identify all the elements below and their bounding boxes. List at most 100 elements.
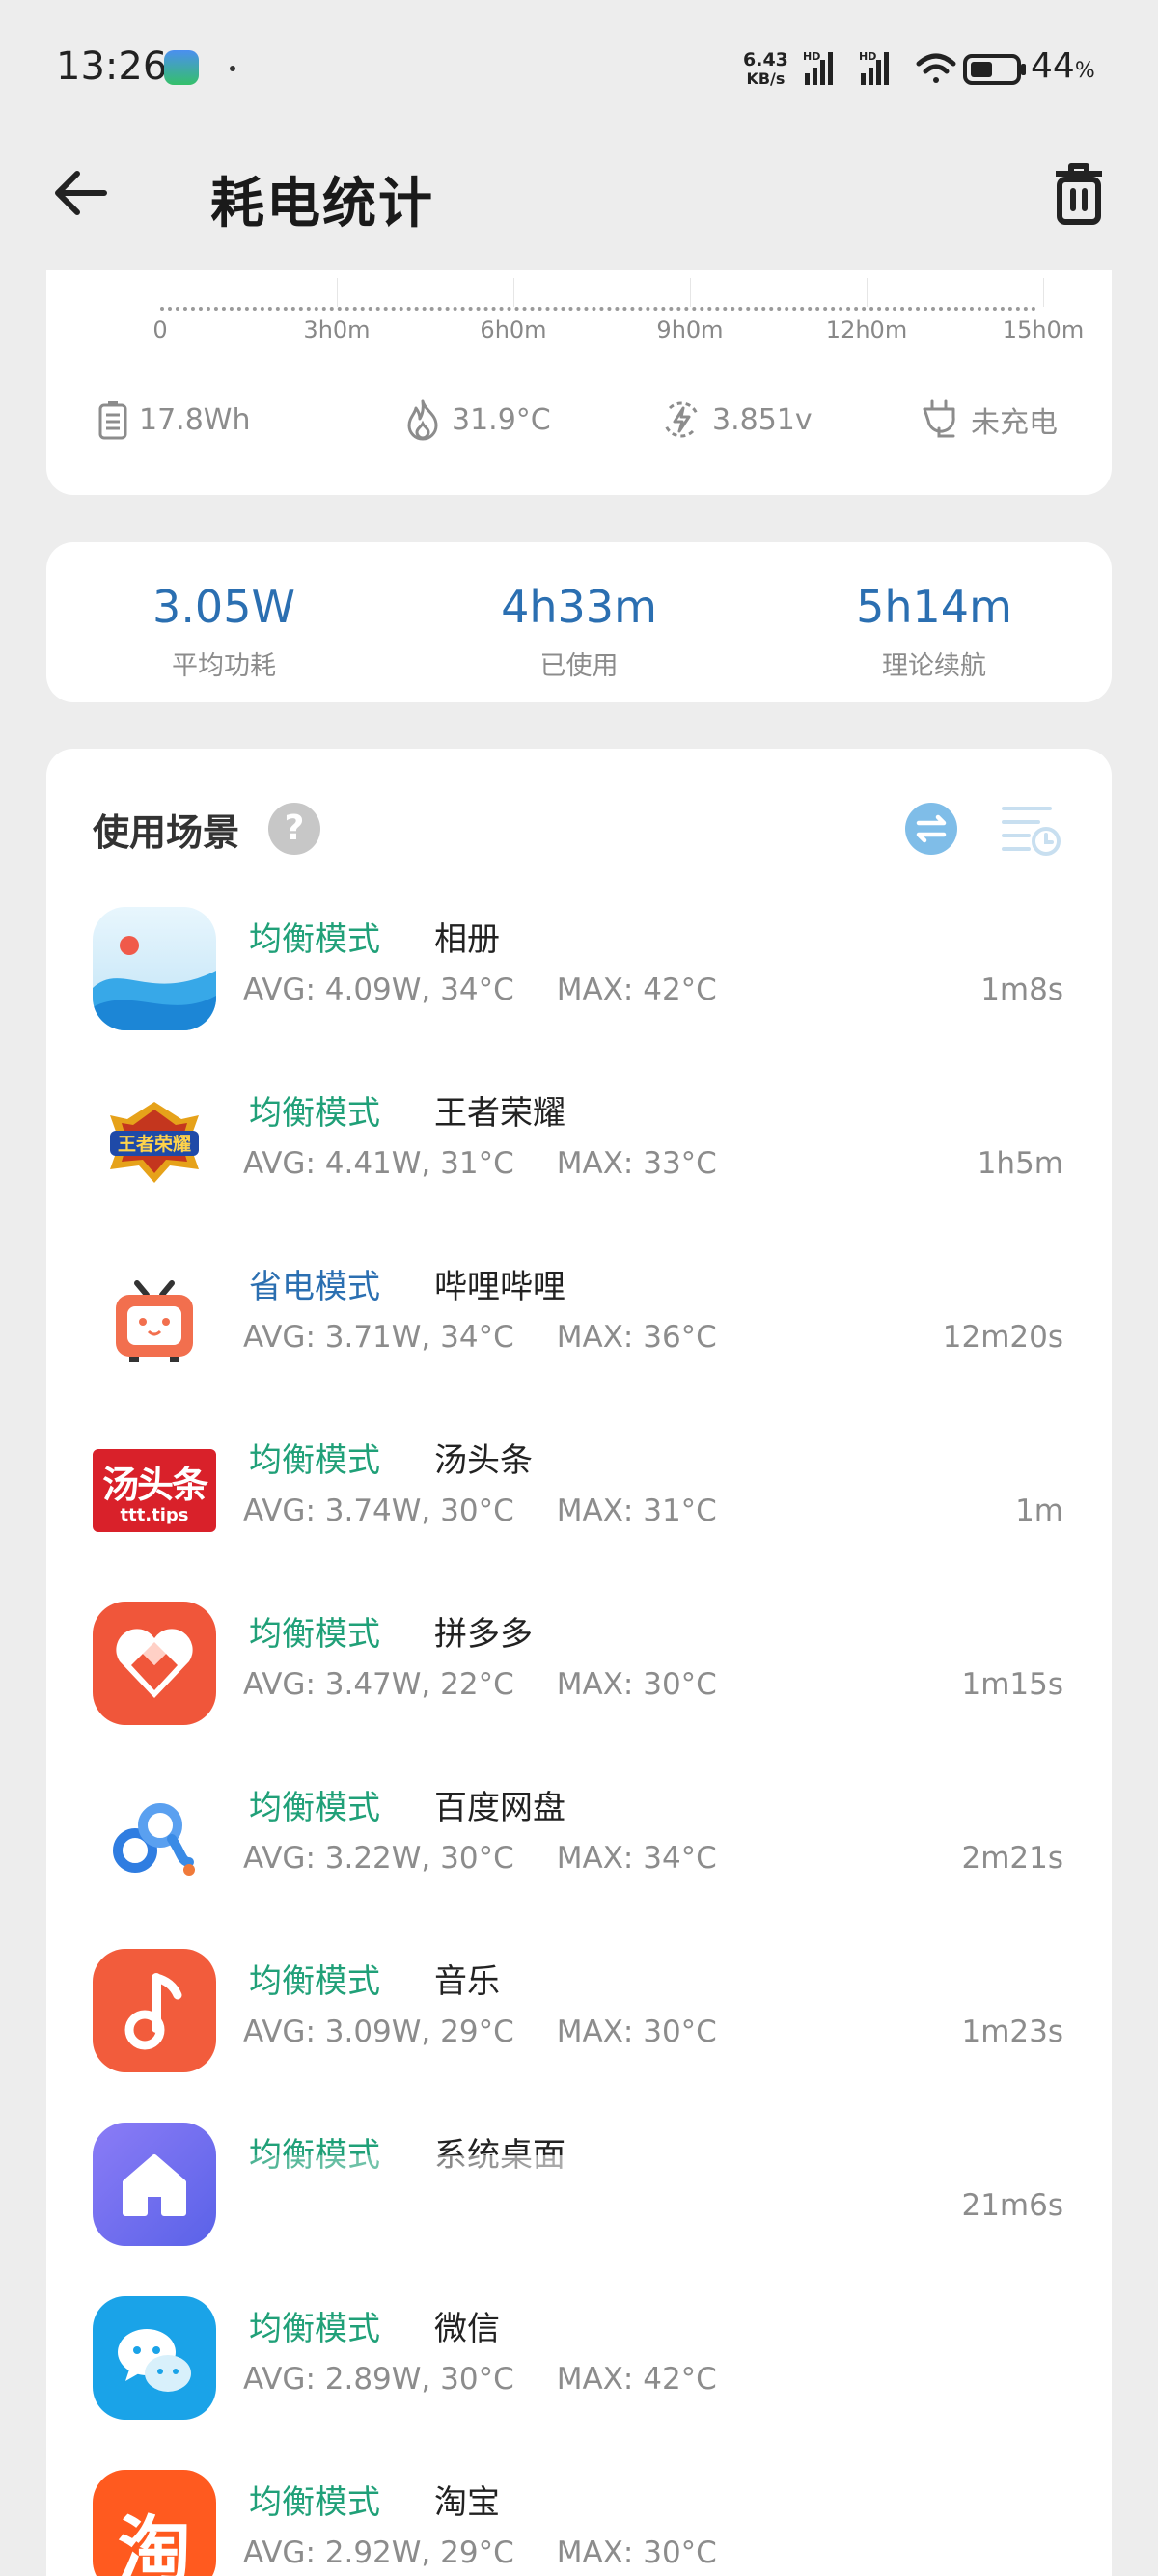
usage-duration: 1m8s <box>980 973 1063 1007</box>
usage-scenes-card: 使用场景 ? 均衡模式 相册 AVG: 4.09W, 34°C MAX: 42°C <box>46 749 1112 2576</box>
list-item[interactable]: 淘 均衡模式 淘宝 AVG: 2.92W, 29°C MAX: 30°C <box>46 2453 1112 2576</box>
list-item[interactable]: 均衡模式 相册 AVG: 4.09W, 34°C MAX: 42°C 1m8s <box>46 890 1112 1063</box>
chart-grid-line <box>337 278 338 307</box>
battery-capacity-icon <box>98 401 127 440</box>
energy-value: 17.8Wh <box>139 402 251 437</box>
app-name: 相册 <box>434 920 500 959</box>
used-time-value: 4h33m <box>501 581 657 633</box>
trash-icon <box>1056 163 1102 225</box>
list-item[interactable]: 省电模式 哔哩哔哩 AVG: 3.71W, 34°C MAX: 36°C 12m2… <box>46 1237 1112 1411</box>
power-metrics: AVG: 4.09W, 34°C MAX: 42°C <box>243 973 717 1007</box>
list-item[interactable]: 王者荣耀 均衡模式 王者荣耀 AVG: 4.41W, 31°C MAX: 33°C… <box>46 1063 1112 1237</box>
avg-metric: AVG: 3.74W, 30°C <box>243 1494 514 1528</box>
list-item[interactable]: 均衡模式 系统桌面 21m6s <box>46 2105 1112 2279</box>
notification-app-icon <box>164 50 199 85</box>
power-metrics: AVG: 3.74W, 30°C MAX: 31°C <box>243 1494 717 1528</box>
gallery-icon <box>93 907 216 1030</box>
signal-wifi-battery-icons: HD HD <box>803 50 1026 85</box>
max-metric: MAX: 34°C <box>556 1841 717 1876</box>
wifi-icon <box>916 53 956 83</box>
power-metrics: AVG: 3.09W, 29°C MAX: 30°C <box>243 2014 717 2049</box>
max-metric: MAX: 31°C <box>556 1494 717 1528</box>
svg-text:HD: HD <box>859 50 876 63</box>
tangtoutiao-logo-text: 汤头条 <box>101 1464 208 1506</box>
power-mode-label: 省电模式 <box>249 1268 380 1306</box>
svg-text:王者荣耀: 王者荣耀 <box>118 1133 191 1155</box>
power-metrics: AVG: 2.92W, 29°C MAX: 30°C <box>243 2535 717 2570</box>
avg-metric: AVG: 4.41W, 31°C <box>243 1146 514 1181</box>
avg-power-stat: 3.05W 平均功耗 <box>46 581 401 682</box>
power-metrics: AVG: 3.71W, 34°C MAX: 36°C <box>243 1320 717 1355</box>
chart-x-axis <box>160 307 1036 311</box>
list-clock-icon <box>1002 807 1061 856</box>
list-item[interactable]: 均衡模式 百度网盘 AVG: 3.22W, 30°C MAX: 34°C 2m21… <box>46 1758 1112 1932</box>
app-name: 哔哩哔哩 <box>434 1268 565 1306</box>
baidu-netdisk-icon <box>93 1775 216 1899</box>
usage-duration: 21m6s <box>961 2188 1063 2223</box>
signal-hd1-icon: HD <box>803 50 833 85</box>
x-tick-label: 9h0m <box>656 316 724 343</box>
usage-duration: 1m15s <box>961 1667 1063 1702</box>
power-metrics: AVG: 3.22W, 30°C MAX: 34°C <box>243 1841 717 1876</box>
avg-metric: AVG: 4.09W, 34°C <box>243 973 514 1007</box>
avg-power-value: 3.05W <box>152 581 295 633</box>
temperature-stat: 31.9°C <box>403 396 551 444</box>
charging-status: 未充电 <box>971 406 1058 440</box>
svg-text:HD: HD <box>803 50 820 63</box>
x-tick-label: 0 <box>152 316 168 343</box>
chart-grid-line <box>690 278 691 307</box>
plug-icon <box>923 399 955 438</box>
chart-grid-line <box>867 278 868 307</box>
power-chart-card: 0 3h0m 6h0m 9h0m 12h0m 15h0m 17.8Wh 31.9… <box>46 270 1112 495</box>
x-tick-label: 6h0m <box>480 316 547 343</box>
honor-of-kings-icon: 王者荣耀 <box>93 1081 216 1204</box>
network-speed-value: 6.43 <box>743 49 788 70</box>
arrow-left-icon <box>55 171 107 215</box>
power-mode-label: 均衡模式 <box>249 2310 380 2348</box>
power-metrics: AVG: 2.89W, 30°C MAX: 42°C <box>243 2362 717 2397</box>
app-name: 拼多多 <box>434 1615 533 1654</box>
max-metric: MAX: 33°C <box>556 1146 717 1181</box>
app-name: 音乐 <box>434 1962 500 2001</box>
list-item[interactable]: 均衡模式 音乐 AVG: 3.09W, 29°C MAX: 30°C 1m23s <box>46 1932 1112 2105</box>
section-title: 使用场景 <box>93 811 240 854</box>
power-mode-label: 均衡模式 <box>249 1441 380 1480</box>
app-name: 微信 <box>434 2310 500 2348</box>
flame-icon <box>407 399 438 441</box>
power-mode-label: 均衡模式 <box>249 2483 380 2522</box>
list-item[interactable]: 均衡模式 拼多多 AVG: 3.47W, 22°C MAX: 30°C 1m15s <box>46 1584 1112 1758</box>
switch-sort-button[interactable] <box>905 803 957 855</box>
max-metric: MAX: 36°C <box>556 1320 717 1355</box>
clear-stats-button[interactable] <box>1048 160 1110 230</box>
page-title: 耗电统计 <box>210 173 434 235</box>
list-item[interactable]: 均衡模式 微信 AVG: 2.89W, 30°C MAX: 42°C <box>46 2279 1112 2453</box>
power-mode-label: 均衡模式 <box>249 1789 380 1827</box>
chart-grid-line <box>1043 278 1044 307</box>
voltage-value: 3.851v <box>712 402 813 437</box>
music-icon <box>93 1949 216 2072</box>
power-mode-label: 均衡模式 <box>249 1094 380 1133</box>
charging-stat: 未充电 <box>919 396 1058 444</box>
tangtoutiao-icon: 汤头条 ttt.tips <box>93 1428 216 1551</box>
temperature-value: 31.9°C <box>452 402 551 437</box>
network-speed: 6.43 KB/s <box>743 50 788 89</box>
more-notifications-dot <box>230 66 235 71</box>
avg-metric: AVG: 3.71W, 34°C <box>243 1320 514 1355</box>
tangtoutiao-logo-sub: ttt.tips <box>120 1505 189 1525</box>
power-metrics: AVG: 4.41W, 31°C MAX: 33°C <box>243 1146 717 1181</box>
bilibili-icon <box>93 1254 216 1378</box>
x-tick-label: 15h0m <box>1002 316 1085 343</box>
swap-arrows-icon <box>905 803 957 855</box>
summary-card: 3.05W 平均功耗 4h33m 已使用 5h14m 理论续航 <box>46 542 1112 702</box>
network-speed-unit: KB/s <box>746 69 786 88</box>
scroll-fade-overlay <box>249 2155 809 2198</box>
history-list-button[interactable] <box>1000 801 1062 857</box>
max-metric: MAX: 42°C <box>556 2362 717 2397</box>
voltage-icon <box>664 401 699 438</box>
help-icon[interactable]: ? <box>268 803 320 855</box>
avg-metric: AVG: 3.22W, 30°C <box>243 1841 514 1876</box>
list-item[interactable]: 汤头条 ttt.tips 均衡模式 汤头条 AVG: 3.74W, 30°C MA… <box>46 1411 1112 1584</box>
x-tick-label: 3h0m <box>303 316 371 343</box>
back-button[interactable] <box>50 162 112 224</box>
chart-grid-line <box>513 278 514 307</box>
